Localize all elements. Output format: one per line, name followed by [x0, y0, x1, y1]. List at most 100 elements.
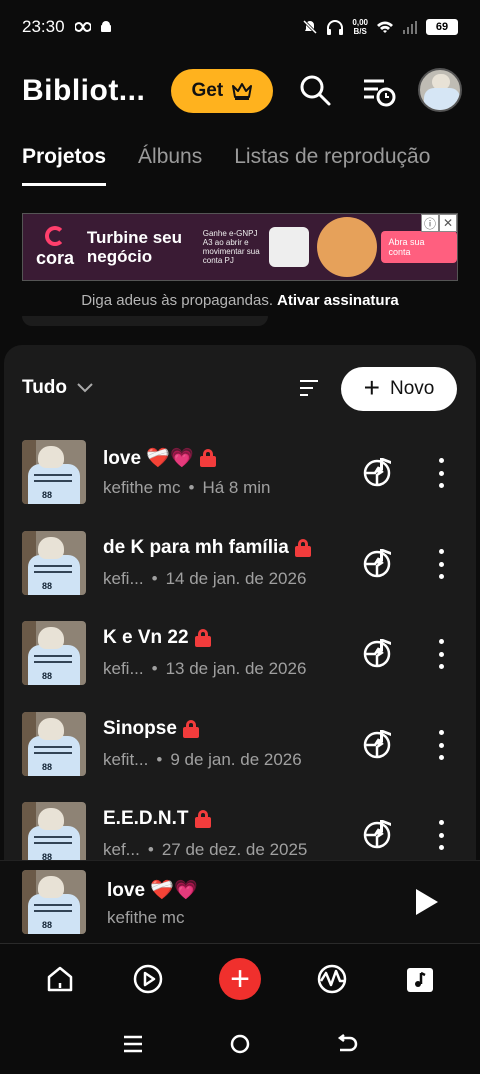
remix-icon[interactable]	[362, 454, 396, 488]
android-icon	[100, 21, 111, 32]
infinity-icon	[74, 22, 91, 32]
get-label: Get	[191, 80, 224, 101]
ad-headline: Turbine seu negócio	[86, 228, 182, 266]
ad-cta[interactable]: Abra sua conta	[380, 231, 457, 263]
player-artist: kefithe mc	[107, 908, 185, 927]
ad-person-image	[316, 217, 377, 277]
project-artist: kefi...	[103, 569, 144, 588]
recents-icon[interactable]	[122, 1034, 144, 1054]
project-artist: kefi...	[103, 659, 144, 678]
status-bar: 23:30 0,00 B/S 69	[0, 0, 480, 54]
project-artist: kefithe mc	[103, 478, 181, 497]
project-date: 14 de jan. de 2026	[165, 569, 307, 588]
project-cover: 88	[22, 621, 86, 685]
project-meta: kefi... • 13 de jan. de 2026	[103, 659, 307, 678]
project-meta: kefithe mc • Há 8 min	[103, 478, 271, 497]
bottom-nav: +	[0, 944, 480, 1014]
project-cover: 88	[22, 531, 86, 595]
remove-ads-notice: Diga adeus às propagandas. Ativar assinat…	[81, 292, 399, 309]
more-options-icon[interactable]	[436, 639, 446, 669]
project-title: Sinopse	[103, 718, 199, 740]
lock-icon	[194, 810, 211, 828]
mini-player[interactable]: 88 love ❤️‍🩹💗 kefithe mc	[0, 860, 480, 944]
ad-info-icon[interactable]: ⓘ	[421, 214, 439, 232]
status-time: 23:30	[22, 17, 65, 36]
network-speed: 0,00 B/S	[352, 18, 368, 36]
more-options-icon[interactable]	[436, 730, 446, 760]
player-cover: 88	[22, 870, 86, 934]
play-icon[interactable]	[416, 889, 438, 915]
page-title: Bibliot...	[22, 74, 146, 107]
divider	[22, 316, 268, 326]
mute-bell-icon	[303, 19, 318, 35]
project-meta: kefit... • 9 de jan. de 2026	[103, 750, 302, 769]
project-artist: kef...	[103, 840, 140, 859]
project-title: K e Vn 22	[103, 627, 211, 649]
project-date: 13 de jan. de 2026	[165, 659, 307, 678]
headphones-icon	[327, 20, 344, 35]
filter-dropdown[interactable]: Tudo	[22, 377, 93, 399]
project-row[interactable]: 88 K e Vn 22 kefi... • 13 de jan. de 2026	[22, 621, 472, 687]
project-date: Há 8 min	[202, 478, 271, 497]
project-cover: 88	[22, 712, 86, 776]
project-row[interactable]: 88 love ❤️‍🩹💗 kefithe mc • Há 8 min	[22, 440, 472, 506]
ad-banner[interactable]: cora Turbine seu negócio Ganhe e-GNPJ A3…	[22, 213, 458, 281]
project-meta: kefi... • 14 de jan. de 2026	[103, 569, 307, 588]
project-title: love ❤️‍🩹💗	[103, 446, 216, 470]
ad-logo: cora	[23, 214, 87, 280]
battery-indicator: 69	[426, 19, 458, 35]
history-queue-icon[interactable]	[362, 75, 396, 109]
project-date: 27 de dez. de 2025	[161, 840, 308, 859]
project-row[interactable]: 88 de K para mh família kefi... • 14 de jan.…	[22, 531, 472, 597]
back-icon[interactable]	[336, 1034, 358, 1054]
remix-icon[interactable]	[362, 545, 396, 579]
project-artist: kefit...	[103, 750, 149, 769]
lock-icon	[294, 539, 311, 557]
tab-projetos[interactable]: Projetos	[22, 145, 107, 186]
remix-icon[interactable]	[362, 635, 396, 669]
nav-activity[interactable]	[315, 962, 349, 996]
app-header: Bibliot... Get	[22, 62, 464, 120]
tab-albuns[interactable]: Álbuns	[138, 145, 202, 186]
library-music-icon	[407, 968, 433, 992]
nav-play[interactable]	[131, 962, 165, 996]
nav-home[interactable]	[43, 962, 77, 996]
sort-icon[interactable]	[298, 377, 320, 399]
ad-phone-image	[268, 227, 309, 267]
library-tabs: Projetos Álbuns Listas de reprodução	[22, 145, 430, 186]
plus-icon: +	[363, 371, 380, 403]
project-cover: 88	[22, 440, 86, 504]
chevron-down-icon	[77, 383, 93, 393]
project-row[interactable]: 88 E.E.D.N.T kef... • 27 de dez. de 2025	[22, 802, 472, 865]
lock-icon	[182, 720, 199, 738]
search-icon[interactable]	[298, 73, 332, 107]
remix-icon[interactable]	[362, 816, 396, 850]
play-circle-icon	[133, 964, 163, 994]
more-options-icon[interactable]	[436, 549, 446, 579]
project-row[interactable]: 88 Sinopse kefit... • 9 de jan. de 2026	[22, 712, 472, 778]
wifi-icon	[377, 21, 393, 33]
ad-close-icon[interactable]: ✕	[439, 214, 457, 232]
ad-small-text: Ganhe e-GNPJ A3 ao abrir e movimentar su…	[202, 229, 260, 265]
nav-library[interactable]	[403, 962, 437, 996]
lock-icon	[194, 629, 211, 647]
new-project-button[interactable]: + Novo	[341, 367, 457, 411]
system-nav-bar	[0, 1014, 480, 1074]
home-circle-icon[interactable]	[229, 1033, 251, 1055]
tab-listas-de-reproducao[interactable]: Listas de reprodução	[234, 145, 430, 186]
remix-icon[interactable]	[362, 726, 396, 760]
signal-icon	[403, 21, 417, 34]
project-title: de K para mh família	[103, 537, 311, 559]
avatar[interactable]	[418, 68, 462, 112]
activate-subscription-link[interactable]: Ativar assinatura	[277, 292, 399, 309]
home-icon	[47, 966, 73, 992]
get-premium-button[interactable]: Get	[171, 69, 274, 113]
waveform-icon	[317, 964, 347, 994]
lock-icon	[199, 449, 216, 467]
project-cover: 88	[22, 802, 86, 865]
project-date: 9 de jan. de 2026	[170, 750, 302, 769]
more-options-icon[interactable]	[436, 820, 446, 850]
crown-icon	[232, 83, 253, 100]
more-options-icon[interactable]	[436, 458, 446, 488]
create-button[interactable]: +	[219, 958, 261, 1000]
